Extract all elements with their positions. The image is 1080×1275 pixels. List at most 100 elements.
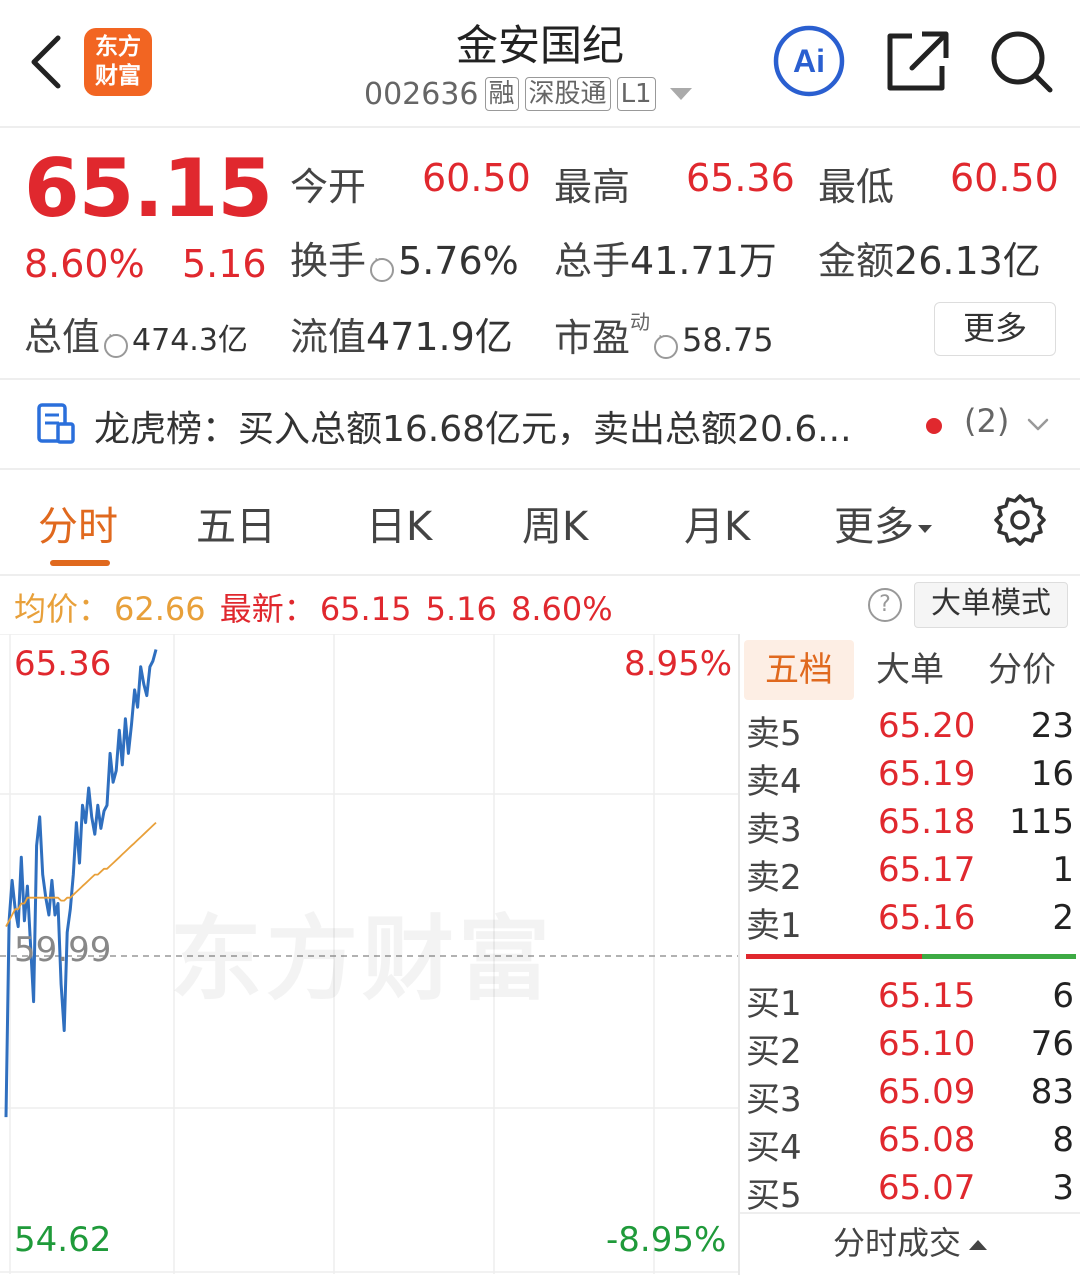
bid-ask-ratio-bar-sell xyxy=(746,954,922,959)
float-cap-stat: 流值471.9亿 xyxy=(290,306,513,361)
bid-row: 买5 65.07 3 xyxy=(740,1168,1080,1216)
bid-ask-ratio-bar-buy xyxy=(922,954,1076,959)
amount-label: 金额 xyxy=(818,239,895,283)
order-book-panel: 五档 大单 分价 卖5 65.20 23 卖4 65.19 16 卖3 65.1… xyxy=(738,634,1080,1275)
amount-value: 26.13亿 xyxy=(894,239,1041,283)
latest-change: 5.16 xyxy=(425,590,497,628)
y-max-label: 65.36 xyxy=(14,644,112,684)
tab-five-day[interactable]: 五日 xyxy=(196,494,276,552)
bid-volume: 6 xyxy=(1052,976,1074,1016)
float-cap-label: 流值 xyxy=(290,315,367,359)
bid-price: 65.09 xyxy=(878,1072,976,1112)
pe-value: 58.75 xyxy=(682,321,774,359)
divider xyxy=(740,1212,1080,1214)
tab-price-distribution[interactable]: 分价 xyxy=(970,640,1074,700)
price-line xyxy=(4,649,158,1118)
pe-stat[interactable]: 市盈动 58.75 xyxy=(554,306,774,362)
volume-value: 41.71万 xyxy=(630,239,777,283)
bid-label: 买2 xyxy=(746,1032,802,1072)
ask-label: 卖5 xyxy=(746,714,802,754)
tab-daily-k[interactable]: 日K xyxy=(366,494,432,552)
info-icon[interactable] xyxy=(104,328,129,358)
bid-price: 65.15 xyxy=(878,976,976,1016)
bid-volume: 83 xyxy=(1030,1072,1074,1112)
shenzhen-connect-tag: 深股通 xyxy=(524,77,611,111)
tab-five-levels[interactable]: 五档 xyxy=(744,640,854,700)
open-value: 60.50 xyxy=(422,156,531,200)
avg-price-label: 均价： xyxy=(14,590,111,628)
bid-row: 买4 65.08 8 xyxy=(740,1120,1080,1168)
ticks-label: 分时成交 xyxy=(832,1224,961,1262)
bid-row: 买3 65.09 83 xyxy=(740,1072,1080,1120)
tab-big-orders[interactable]: 大单 xyxy=(860,640,960,700)
bid-label: 买5 xyxy=(746,1176,802,1216)
open-label: 今开 xyxy=(290,165,367,209)
caret-up-icon xyxy=(969,1240,987,1250)
ask-price: 65.18 xyxy=(878,802,976,842)
gear-icon[interactable] xyxy=(992,492,1048,548)
ask-row: 卖5 65.20 23 xyxy=(740,706,1080,754)
ask-price: 65.17 xyxy=(878,850,976,890)
search-icon[interactable] xyxy=(988,26,1054,96)
last-price: 65.15 xyxy=(24,142,273,235)
float-cap-value: 471.9亿 xyxy=(366,315,513,359)
volume-stat: 总手41.71万 xyxy=(554,230,777,285)
divider xyxy=(0,468,1080,470)
chevron-down-icon[interactable] xyxy=(1026,412,1050,436)
ask-volume: 23 xyxy=(1030,706,1074,746)
info-icon[interactable] xyxy=(370,252,395,282)
turnover-value: 5.76% xyxy=(398,239,519,283)
ask-price: 65.16 xyxy=(878,898,976,938)
ask-price: 65.20 xyxy=(878,706,976,746)
latest-value: 65.15 xyxy=(319,590,412,628)
tab-more-label: 更多 xyxy=(834,504,914,550)
intraday-ticks-button[interactable]: 分时成交 xyxy=(740,1218,1080,1268)
big-order-mode-button[interactable]: 大单模式 xyxy=(914,582,1068,628)
help-icon[interactable]: ? xyxy=(868,588,902,622)
ask-row: 卖2 65.17 1 xyxy=(740,850,1080,898)
margin-tag: 融 xyxy=(484,77,519,111)
dragon-tiger-banner[interactable]: 龙虎榜：买入总额16.68亿元，卖出总额20.6... (2) xyxy=(0,380,1080,468)
ask-volume: 16 xyxy=(1030,754,1074,794)
amount-stat: 金额26.13亿 xyxy=(818,230,1041,285)
share-icon[interactable] xyxy=(882,28,952,94)
ask-row: 卖1 65.16 2 xyxy=(740,898,1080,946)
low-value: 60.50 xyxy=(950,156,1059,200)
tab-intraday[interactable]: 分时 xyxy=(38,494,118,552)
svg-text:Ai: Ai xyxy=(793,43,825,79)
percent-max-label: 8.95% xyxy=(624,644,733,684)
market-cap-stat[interactable]: 总值 474.3亿 xyxy=(24,306,248,361)
document-icon xyxy=(37,403,75,444)
stock-code-line[interactable]: 002636 融 深股通 L1 xyxy=(364,74,692,114)
bid-row: 买2 65.10 76 xyxy=(740,1024,1080,1072)
dragon-tiger-text: 龙虎榜：买入总额16.68亿元，卖出总额20.6... xyxy=(94,409,852,450)
tab-monthly-k[interactable]: 月K xyxy=(684,494,750,552)
turnover-stat[interactable]: 换手 5.76% xyxy=(290,230,519,285)
change-amount: 5.16 xyxy=(182,242,267,286)
more-stats-button[interactable]: 更多 xyxy=(934,302,1056,356)
bid-row: 买1 65.15 6 xyxy=(740,976,1080,1024)
volume-label: 总手 xyxy=(554,239,631,283)
info-icon[interactable] xyxy=(654,329,679,359)
chevron-down-icon[interactable] xyxy=(669,88,692,100)
tab-more[interactable]: 更多 xyxy=(834,494,932,552)
bid-volume: 8 xyxy=(1052,1120,1074,1160)
ask-label: 卖4 xyxy=(746,762,802,802)
market-cap-label: 总值 xyxy=(24,315,101,359)
change-percent: 8.60% xyxy=(24,242,145,286)
ask-price: 65.19 xyxy=(878,754,976,794)
dragon-tiger-count: (2) xyxy=(964,402,1010,440)
bid-price: 65.10 xyxy=(878,1024,976,1064)
pe-label: 市盈 xyxy=(554,316,631,360)
bid-label: 买1 xyxy=(746,984,802,1024)
bid-price: 65.08 xyxy=(878,1120,976,1160)
active-tab-indicator xyxy=(50,560,110,566)
bid-label: 买3 xyxy=(746,1080,802,1120)
latest-percent: 8.60% xyxy=(511,590,613,628)
ai-assistant-icon[interactable]: Ai xyxy=(772,24,846,98)
bid-label: 买4 xyxy=(746,1128,802,1168)
prev-close-label: 59.99 xyxy=(14,930,112,970)
tab-weekly-k[interactable]: 周K xyxy=(522,494,588,552)
y-min-label: 54.62 xyxy=(14,1220,112,1260)
turnover-label: 换手 xyxy=(290,239,367,283)
